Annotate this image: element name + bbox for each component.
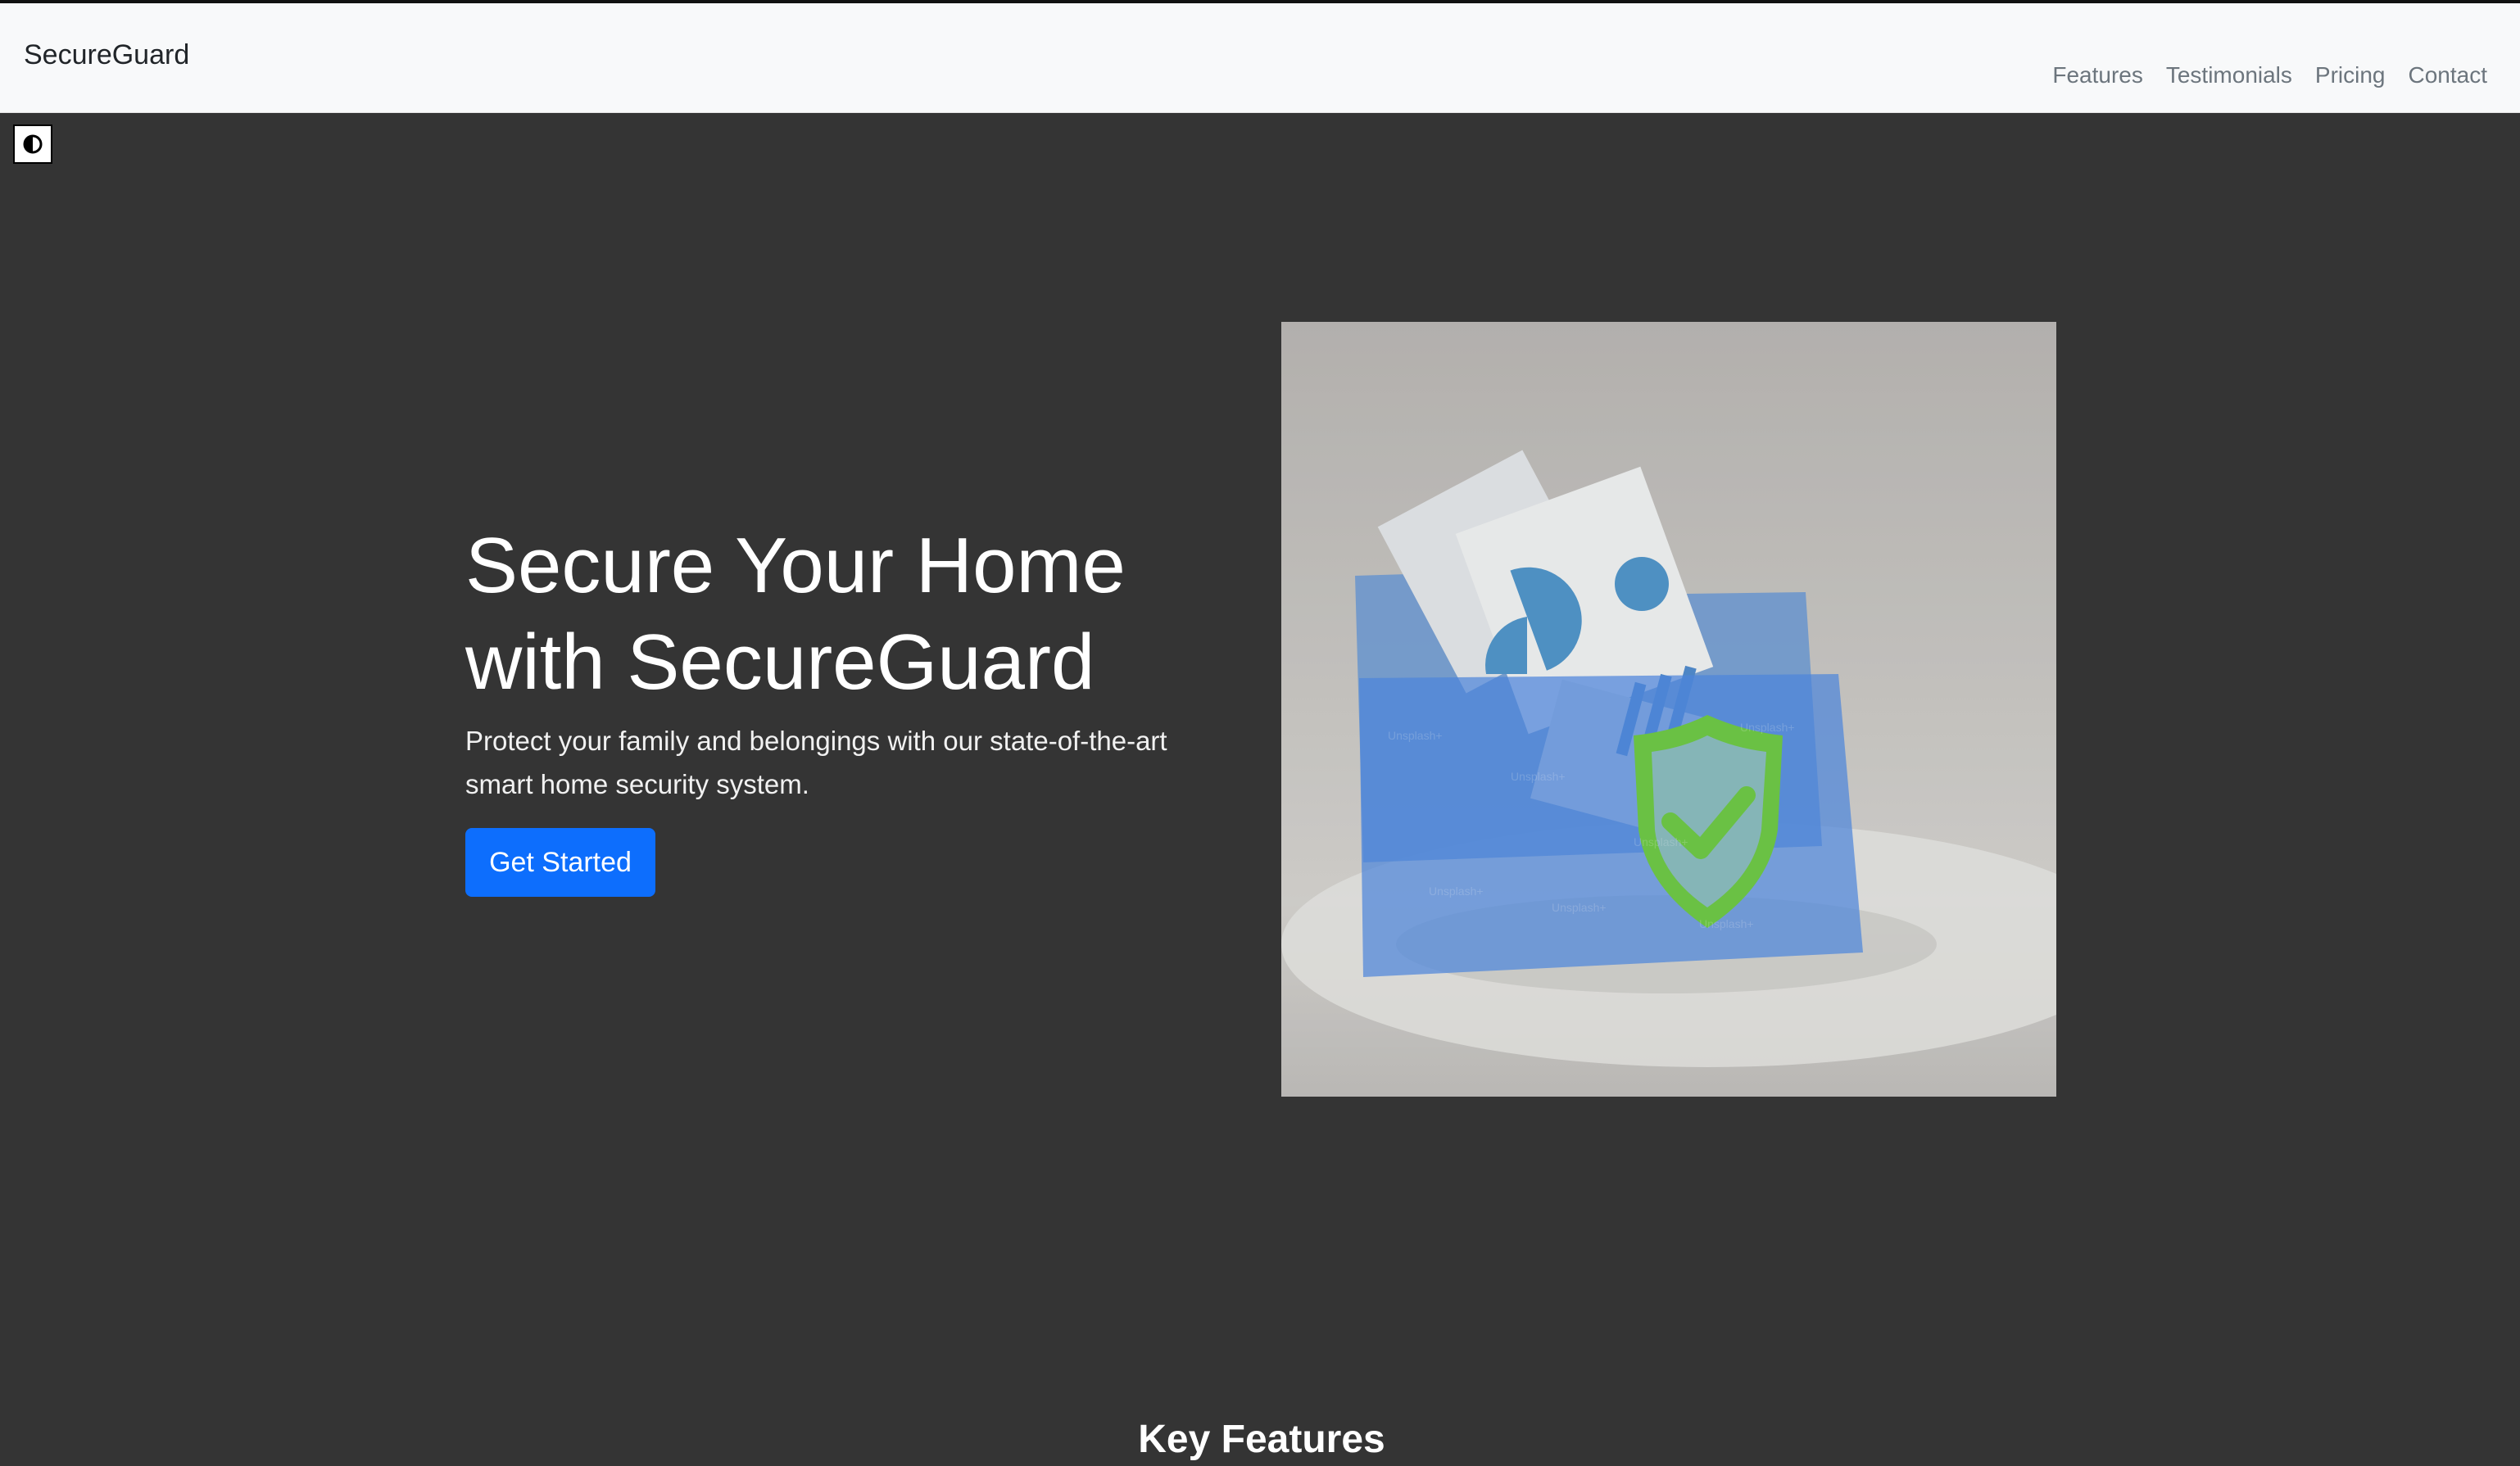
- contrast-icon: [23, 134, 43, 154]
- nav-link-contact[interactable]: Contact: [2409, 62, 2488, 88]
- navbar: SecureGuard Features Testimonials Pricin…: [0, 3, 2520, 113]
- hero-image: Unsplash+ Unsplash+ Unsplash+ Unsplash+ …: [1281, 322, 2056, 1097]
- nav-link-testimonials[interactable]: Testimonials: [2166, 62, 2292, 88]
- theme-toggle-button[interactable]: [13, 124, 52, 164]
- nav-link-features[interactable]: Features: [2052, 62, 2143, 88]
- hero-title: Secure Your Home with SecureGuard: [465, 522, 1126, 706]
- brand-logo-link[interactable]: SecureGuard: [24, 39, 189, 71]
- nav-link-pricing[interactable]: Pricing: [2315, 62, 2386, 88]
- features-section-heading: Key Features: [1138, 1417, 1385, 1461]
- nav-links: Features Testimonials Pricing Contact: [2052, 62, 2487, 88]
- get-started-button[interactable]: Get Started: [465, 828, 655, 897]
- hero-subtitle: Protect your family and belongings with …: [465, 726, 1167, 799]
